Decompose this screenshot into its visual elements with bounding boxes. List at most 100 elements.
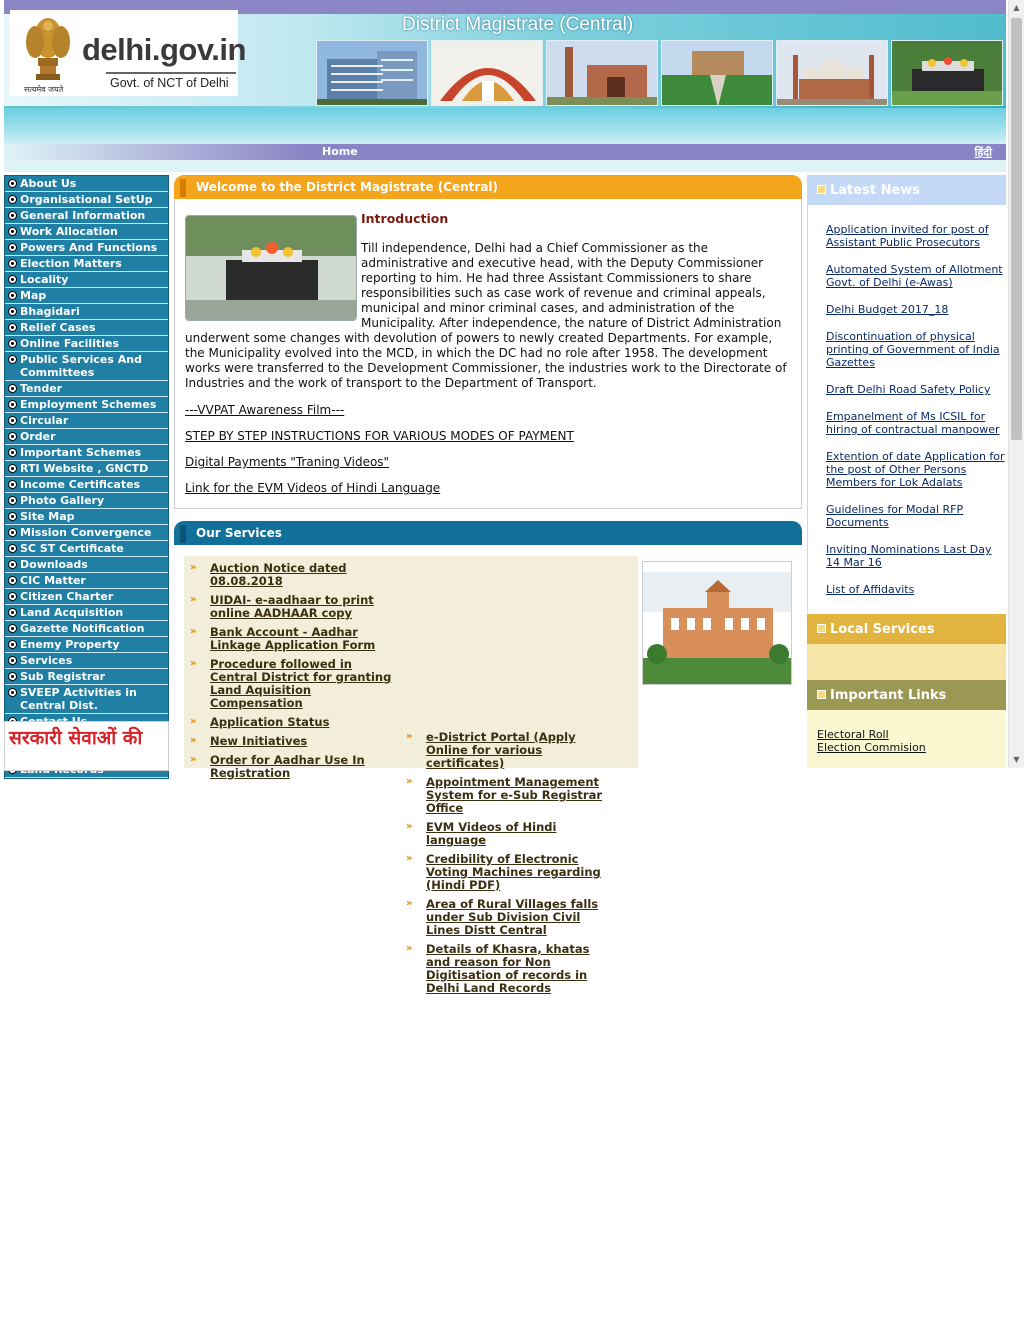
sidebar-item-downloads[interactable]: Downloads <box>5 557 168 573</box>
sidebar-item-enemy-property[interactable]: Enemy Property <box>5 637 168 653</box>
sidebar-item-label[interactable]: Citizen Charter <box>20 590 166 603</box>
sidebar-item-label[interactable]: Bhagidari <box>20 305 166 318</box>
sidebar-item-sc-st-certificate[interactable]: SC ST Certificate <box>5 541 168 557</box>
page-scrollbar[interactable]: ▲ ▼ <box>1008 0 1024 768</box>
sidebar-item-powers-and-functions[interactable]: Powers And Functions <box>5 240 168 256</box>
sidebar-item-label[interactable]: Election Matters <box>20 257 166 270</box>
sidebar-item-organisational-setup[interactable]: Organisational SetUp <box>5 192 168 208</box>
sidebar-item-label[interactable]: RTI Website , GNCTD <box>20 462 166 475</box>
sidebar-item-map[interactable]: Map <box>5 288 168 304</box>
news-link-delhi-budget-2017-18[interactable]: Delhi Budget 2017_18 <box>826 303 1006 316</box>
sidebar-item-mission-convergence[interactable]: Mission Convergence <box>5 525 168 541</box>
link-vvpat-film[interactable]: ---VVPAT Awareness Film--- <box>185 403 791 417</box>
service-link-application-status[interactable]: Application Status <box>210 716 400 729</box>
sidebar-item-gazette-notification[interactable]: Gazette Notification <box>5 621 168 637</box>
service-link-appointment-management-system-for-e-sub-[interactable]: Appointment Management System for e-Sub … <box>426 776 605 815</box>
sidebar-item-label[interactable]: Downloads <box>20 558 166 571</box>
sidebar-item-income-certificates[interactable]: Income Certificates <box>5 477 168 493</box>
sidebar-item-label[interactable]: Tender <box>20 382 166 395</box>
sidebar-item-online-facilities[interactable]: Online Facilities <box>5 336 168 352</box>
sidebar-item-work-allocation[interactable]: Work Allocation <box>5 224 168 240</box>
sidebar-item-services[interactable]: Services <box>5 653 168 669</box>
news-link-draft-delhi-road-safety-policy[interactable]: Draft Delhi Road Safety Policy <box>826 383 1006 396</box>
service-link-procedure-followed-in-central-district-f[interactable]: Procedure followed in Central District f… <box>210 658 400 710</box>
sidebar-item-tender[interactable]: Tender <box>5 381 168 397</box>
sidebar-item-public-services-and-committees[interactable]: Public Services And Committees <box>5 352 168 381</box>
sidebar-item-label[interactable]: Organisational SetUp <box>20 193 166 206</box>
sidebar-item-important-schemes[interactable]: Important Schemes <box>5 445 168 461</box>
site-logo[interactable]: सत्यमेव जयते delhi.gov.in Govt. of NCT o… <box>10 10 246 96</box>
sidebar-item-bhagidari[interactable]: Bhagidari <box>5 304 168 320</box>
sidebar-item-label[interactable]: Locality <box>20 273 166 286</box>
link-digital-payments-videos[interactable]: Digital Payments "Traning Videos" <box>185 455 791 469</box>
news-link-discontinuation-of-physical-printing-of-[interactable]: Discontinuation of physical printing of … <box>826 330 1006 369</box>
sidebar-item-citizen-charter[interactable]: Citizen Charter <box>5 589 168 605</box>
news-link-list-of-affidavits[interactable]: List of Affidavits <box>826 583 1006 596</box>
sidebar-item-label[interactable]: Mission Convergence <box>20 526 166 539</box>
scroll-up-arrow-icon[interactable]: ▲ <box>1009 0 1024 16</box>
service-link-bank-account-aadhar-linkage-application-[interactable]: Bank Account - Aadhar Linkage Applicatio… <box>210 626 400 652</box>
service-link-details-of-khasra-khatas-and-reason-for-[interactable]: Details of Khasra, khatas and reason for… <box>426 943 605 995</box>
sidebar-item-label[interactable]: Services <box>20 654 166 667</box>
nav-home-link[interactable]: Home <box>322 145 358 158</box>
sidebar-item-label[interactable]: Powers And Functions <box>20 241 166 254</box>
sidebar-item-cic-matter[interactable]: CIC Matter <box>5 573 168 589</box>
sidebar-item-label[interactable]: Map <box>20 289 166 302</box>
link-evm-hindi-videos[interactable]: Link for the EVM Videos of Hindi Languag… <box>185 481 791 495</box>
sidebar-item-label[interactable]: Circular <box>20 414 166 427</box>
sidebar-item-label[interactable]: Land Acquisition <box>20 606 166 619</box>
sidebar-item-label[interactable]: Enemy Property <box>20 638 166 651</box>
sidebar-item-label[interactable]: Important Schemes <box>20 446 166 459</box>
service-link-auction-notice-dated-08-08-2018[interactable]: Auction Notice dated 08.08.2018 <box>210 562 400 588</box>
service-link-credibility-of-electronic-voting-machine[interactable]: Credibility of Electronic Voting Machine… <box>426 853 605 892</box>
link-electoral-roll[interactable]: Electoral Roll <box>817 728 1006 741</box>
scroll-down-arrow-icon[interactable]: ▼ <box>1009 752 1024 768</box>
news-link-extention-of-date-application-for-the-po[interactable]: Extention of date Application for the po… <box>826 450 1006 489</box>
sidebar-item-election-matters[interactable]: Election Matters <box>5 256 168 272</box>
sidebar-item-rti-website-gnctd[interactable]: RTI Website , GNCTD <box>5 461 168 477</box>
link-payment-instructions[interactable]: STEP BY STEP INSTRUCTIONS FOR VARIOUS MO… <box>185 429 791 443</box>
sidebar-item-label[interactable]: General Information <box>20 209 166 222</box>
news-link-guidelines-for-modal-rfp-documents[interactable]: Guidelines for Modal RFP Documents <box>826 503 1006 529</box>
scroll-thumb[interactable] <box>1011 18 1022 440</box>
service-link-uidai-e-aadhaar-to-print-online-aadhaar-[interactable]: UIDAI- e-aadhaar to print online AADHAAR… <box>210 594 400 620</box>
sidebar-item-label[interactable]: Employment Schemes <box>20 398 166 411</box>
sidebar-item-photo-gallery[interactable]: Photo Gallery <box>5 493 168 509</box>
sidebar-item-label[interactable]: Photo Gallery <box>20 494 166 507</box>
sidebar-item-sveep-activities-in-central-dist[interactable]: SVEEP Activities in Central Dist. <box>5 685 168 714</box>
sarkari-sewa-banner[interactable]: सरकारी सेवाओं की <box>4 721 169 771</box>
sidebar-item-sub-registrar[interactable]: Sub Registrar <box>5 669 168 685</box>
news-link-inviting-nominations-last-day-14-mar-16[interactable]: Inviting Nominations Last Day 14 Mar 16 <box>826 543 1006 569</box>
sidebar-item-label[interactable]: SVEEP Activities in Central Dist. <box>20 686 166 712</box>
sidebar-item-locality[interactable]: Locality <box>5 272 168 288</box>
service-link-area-of-rural-villages-falls-under-sub-d[interactable]: Area of Rural Villages falls under Sub D… <box>426 898 605 937</box>
service-link-e-district-portal-apply-online-for-vario[interactable]: e-District Portal (Apply Online for vari… <box>426 731 605 770</box>
sidebar-item-label[interactable]: CIC Matter <box>20 574 166 587</box>
sidebar-item-order[interactable]: Order <box>5 429 168 445</box>
sidebar-item-label[interactable]: Order <box>20 430 166 443</box>
sidebar-item-label[interactable]: SC ST Certificate <box>20 542 166 555</box>
sidebar-item-label[interactable]: Site Map <box>20 510 166 523</box>
service-link-evm-videos-of-hindi-language[interactable]: EVM Videos of Hindi language <box>426 821 605 847</box>
news-link-application-invited-for-post-of-assistan[interactable]: Application invited for post of Assistan… <box>826 223 1006 249</box>
sidebar-item-site-map[interactable]: Site Map <box>5 509 168 525</box>
news-link-automated-system-of-allotment-govt-of-de[interactable]: Automated System of Allotment Govt. of D… <box>826 263 1006 289</box>
sidebar-item-general-information[interactable]: General Information <box>5 208 168 224</box>
sidebar-item-label[interactable]: Gazette Notification <box>20 622 166 635</box>
sidebar-item-relief-cases[interactable]: Relief Cases <box>5 320 168 336</box>
sidebar-item-label[interactable]: Sub Registrar <box>20 670 166 683</box>
sidebar-item-label[interactable]: Public Services And Committees <box>20 353 166 379</box>
service-link-order-for-aadhar-use-in-registration[interactable]: Order for Aadhar Use In Registration <box>210 754 400 780</box>
nav-hindi-link[interactable]: हिंदी <box>975 145 992 160</box>
sidebar-item-employment-schemes[interactable]: Employment Schemes <box>5 397 168 413</box>
sidebar-item-label[interactable]: Relief Cases <box>20 321 166 334</box>
sidebar-item-land-acquisition[interactable]: Land Acquisition <box>5 605 168 621</box>
sidebar-item-label[interactable]: Work Allocation <box>20 225 166 238</box>
sidebar-item-label[interactable]: Income Certificates <box>20 478 166 491</box>
sidebar-item-about-us[interactable]: About Us <box>5 176 168 192</box>
link-election-commision[interactable]: Election Commision <box>817 741 1006 754</box>
news-link-empanelment-of-ms-icsil-for-hiring-of-co[interactable]: Empanelment of Ms ICSIL for hiring of co… <box>826 410 1006 436</box>
sidebar-item-label[interactable]: About Us <box>20 177 166 190</box>
service-link-new-initiatives[interactable]: New Initiatives <box>210 735 400 748</box>
sidebar-item-circular[interactable]: Circular <box>5 413 168 429</box>
